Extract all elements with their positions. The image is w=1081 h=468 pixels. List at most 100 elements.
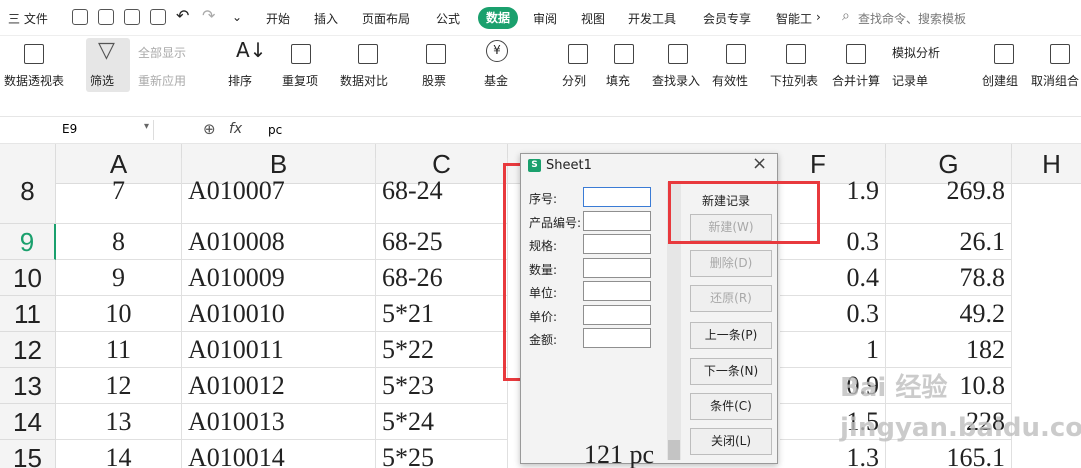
cell-a[interactable]: 10 (56, 296, 182, 332)
cell-c[interactable]: 68-26 (376, 260, 508, 296)
reapply-button[interactable]: 重新应用 (138, 72, 186, 89)
cell-a[interactable]: 13 (56, 404, 182, 440)
chevron-down-icon[interactable]: ⌄ (232, 10, 242, 24)
tab-data[interactable]: 数据 (478, 7, 518, 29)
what-if-button[interactable]: 模拟分析 (892, 44, 940, 61)
dialog-button[interactable]: 删除(D) (690, 250, 772, 277)
tab-formula[interactable]: 公式 (436, 10, 460, 27)
create-group-button[interactable]: 创建组 (982, 72, 1018, 89)
row-header[interactable]: 12 (0, 332, 56, 368)
cell-b[interactable]: A010009 (182, 260, 376, 296)
cell-c[interactable]: 5*24 (376, 404, 508, 440)
cell-g[interactable]: 78.8 (886, 260, 1012, 296)
field-input[interactable] (583, 234, 651, 254)
filter-button[interactable]: 筛选 (90, 72, 114, 89)
dialog-button[interactable]: 上一条(P) (690, 322, 772, 349)
cell-c[interactable]: 68-24 (376, 158, 508, 224)
row-header[interactable]: 13 (0, 368, 56, 404)
cell-a[interactable]: 9 (56, 260, 182, 296)
print-icon[interactable] (124, 9, 140, 25)
cell-b[interactable]: A010011 (182, 332, 376, 368)
undo-icon[interactable]: ↶ (176, 6, 189, 25)
field-input[interactable] (583, 210, 651, 231)
field-input[interactable] (583, 328, 651, 348)
search-input[interactable]: 查找命令、搜索模板 (858, 10, 966, 27)
cell-g[interactable]: 49.2 (886, 296, 1012, 332)
formula-input[interactable]: pc (268, 123, 282, 137)
cell-a[interactable]: 12 (56, 368, 182, 404)
field-input[interactable] (583, 257, 651, 278)
stock-button[interactable]: 股票 (422, 72, 446, 89)
fx-icon[interactable]: fx (229, 121, 242, 137)
dialog-button[interactable]: 关闭(L) (690, 428, 772, 455)
tab-home[interactable]: 开始 (266, 10, 290, 27)
pivot-button[interactable]: 数据透视表 (4, 72, 64, 89)
scrollbar-thumb[interactable] (668, 440, 680, 460)
split-button[interactable]: 分列 (562, 72, 586, 89)
file-menu[interactable]: 三 文件 (8, 10, 48, 27)
cell-g[interactable]: 269.8 (886, 158, 1012, 224)
zoom-icon[interactable]: ⊕ (203, 120, 216, 138)
cell-a[interactable]: 14 (56, 440, 182, 468)
row-header[interactable]: 8 (0, 158, 56, 224)
tab-page-layout[interactable]: 页面布局 (362, 10, 410, 27)
tab-review[interactable]: 审阅 (533, 10, 557, 27)
field-input[interactable] (583, 187, 651, 207)
cell-f[interactable]: 0.3 (780, 296, 886, 332)
show-all-button[interactable]: 全部显示 (138, 44, 186, 61)
export-icon[interactable] (98, 9, 114, 25)
validity-button[interactable]: 有效性 (712, 72, 748, 89)
record-form-button[interactable]: 记录单 (892, 72, 928, 89)
cell-b[interactable]: A010012 (182, 368, 376, 404)
duplicates-button[interactable]: 重复项 (282, 72, 318, 89)
tabs-more-icon[interactable]: › (816, 10, 821, 24)
field-input[interactable] (583, 304, 651, 325)
cell-a[interactable]: 11 (56, 332, 182, 368)
consolidate-button[interactable]: 合并计算 (832, 72, 880, 89)
field-input[interactable] (583, 281, 651, 301)
row-header[interactable]: 11 (0, 296, 56, 332)
row-header[interactable]: 14 (0, 404, 56, 440)
column-header-h[interactable]: H (1012, 144, 1081, 184)
data-compare-button[interactable]: 数据对比 (340, 72, 388, 89)
cell-g[interactable]: 26.1 (886, 224, 1012, 260)
cell-b[interactable]: A010013 (182, 404, 376, 440)
row-header[interactable]: 9 (0, 224, 56, 260)
tab-smart[interactable]: 智能工 (776, 10, 812, 27)
cell-c[interactable]: 5*21 (376, 296, 508, 332)
cell-c[interactable]: 5*23 (376, 368, 508, 404)
lookup-button[interactable]: 查找录入 (652, 72, 700, 89)
save-icon[interactable] (72, 9, 88, 25)
cell-a[interactable]: 8 (56, 224, 182, 260)
cell-g[interactable]: 182 (886, 332, 1012, 368)
cell-c[interactable]: 5*25 (376, 440, 508, 468)
dialog-button[interactable]: 还原(R) (690, 285, 772, 312)
redo-icon[interactable]: ↷ (202, 6, 215, 25)
cell-a[interactable]: 7 (56, 158, 182, 224)
cell-c[interactable]: 5*22 (376, 332, 508, 368)
fill-button[interactable]: 填充 (606, 72, 630, 89)
cell-b[interactable]: A010007 (182, 158, 376, 224)
tab-developer[interactable]: 开发工具 (628, 10, 676, 27)
close-icon[interactable]: × (752, 153, 767, 174)
partial-cell-text: 121 pc (584, 440, 655, 468)
fund-button[interactable]: 基金 (484, 72, 508, 89)
row-header[interactable]: 10 (0, 260, 56, 296)
cell-b[interactable]: A010008 (182, 224, 376, 260)
ungroup-button[interactable]: 取消组合 (1031, 72, 1079, 89)
cell-b[interactable]: A010010 (182, 296, 376, 332)
dialog-button[interactable]: 条件(C) (690, 393, 772, 420)
tab-view[interactable]: 视图 (581, 10, 605, 27)
sort-button[interactable]: 排序 (228, 72, 252, 89)
preview-icon[interactable] (150, 9, 166, 25)
cell-f[interactable]: 0.4 (780, 260, 886, 296)
tab-member[interactable]: 会员专享 (703, 10, 751, 27)
cell-c[interactable]: 68-25 (376, 224, 508, 260)
cell-b[interactable]: A010014 (182, 440, 376, 468)
cell-f[interactable]: 1 (780, 332, 886, 368)
dropdown-list-button[interactable]: 下拉列表 (770, 72, 818, 89)
row-header[interactable]: 15 (0, 440, 56, 468)
dialog-button[interactable]: 下一条(N) (690, 358, 772, 385)
tab-insert[interactable]: 插入 (314, 10, 338, 27)
name-box[interactable]: E9 ▾ (0, 120, 154, 140)
